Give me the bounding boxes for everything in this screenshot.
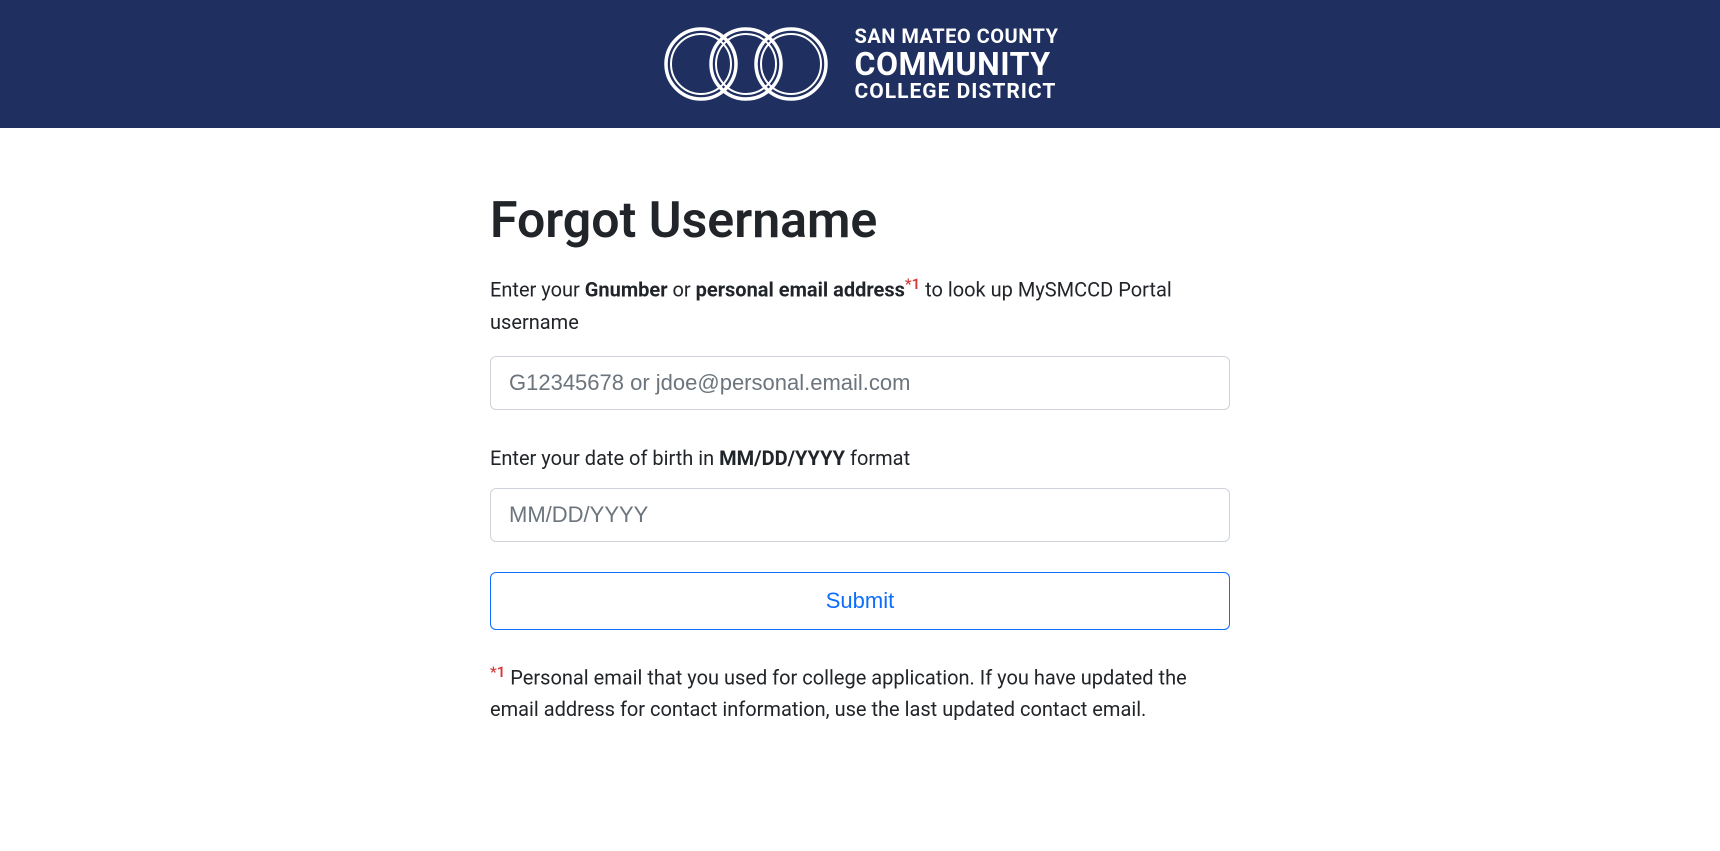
dob-label-post: format — [845, 446, 910, 470]
dob-label-pre: Enter your date of birth in — [490, 446, 719, 470]
dob-input[interactable] — [490, 488, 1230, 542]
footnote-text: Personal email that you used for college… — [490, 665, 1187, 721]
logo-line2: COMMUNITY — [855, 48, 1059, 80]
page-header: SAN MATEO COUNTY COMMUNITY COLLEGE DISTR… — [0, 0, 1720, 128]
instruction-bold1: Gnumber — [585, 278, 668, 302]
identifier-input[interactable] — [490, 356, 1230, 410]
page-title: Forgot Username — [490, 192, 1230, 250]
logo-line1: SAN MATEO COUNTY — [855, 26, 1059, 46]
footnote: *1 Personal email that you used for coll… — [490, 660, 1230, 726]
identifier-instruction: Enter your Gnumber or personal email add… — [490, 272, 1230, 338]
main-content: Forgot Username Enter your Gnumber or pe… — [490, 128, 1230, 765]
footnote-prefix: *1 — [490, 663, 505, 681]
dob-label-bold: MM/DD/YYYY — [719, 446, 845, 470]
logo-line3: COLLEGE DISTRICT — [855, 82, 1059, 103]
instruction-bold2: personal email address — [696, 278, 905, 302]
submit-button[interactable]: Submit — [490, 572, 1230, 630]
logo: SAN MATEO COUNTY COMMUNITY COLLEGE DISTR… — [662, 21, 1059, 107]
footnote-marker-inline: *1 — [905, 275, 920, 293]
instruction-mid: or — [668, 278, 696, 302]
logo-text: SAN MATEO COUNTY COMMUNITY COLLEGE DISTR… — [855, 26, 1059, 103]
dob-instruction: Enter your date of birth in MM/DD/YYYY f… — [490, 446, 1230, 470]
instruction-pre: Enter your — [490, 278, 585, 302]
logo-rings-icon — [662, 21, 837, 107]
